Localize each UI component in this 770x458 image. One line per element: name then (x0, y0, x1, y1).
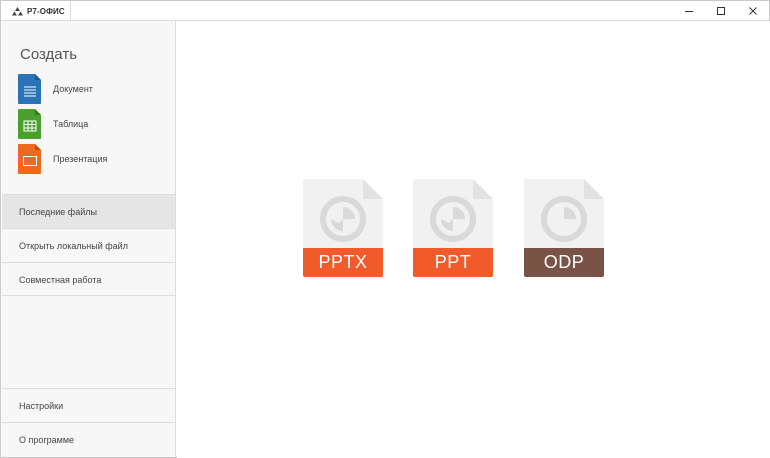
document-file-icon (18, 74, 42, 104)
minimize-icon (685, 11, 693, 12)
ppt-format-button[interactable]: PPT (413, 179, 493, 279)
about-label: О программе (19, 434, 75, 445)
app-window: Р7-ОФИС Создать Документ Таблица Презент… (0, 0, 770, 458)
window-controls (673, 1, 769, 21)
menu-divider (2, 295, 175, 296)
app-tab[interactable]: Р7-ОФИС (2, 1, 71, 21)
create-document-button[interactable]: Документ (18, 74, 168, 104)
presentation-file-icon (18, 144, 42, 174)
create-heading: Создать (20, 46, 78, 63)
settings-item[interactable]: Настройки (2, 388, 175, 422)
collaboration-item[interactable]: Совместная работа (2, 262, 175, 296)
maximize-icon (717, 7, 725, 15)
sidebar: Создать Документ Таблица Презентация Пос… (2, 21, 176, 457)
open-local-file-label: Открыть локальный файл (19, 240, 128, 251)
close-icon (749, 7, 757, 15)
create-spreadsheet-button[interactable]: Таблица (18, 109, 168, 139)
pptx-format-label: PPTX (318, 252, 368, 272)
close-button[interactable] (737, 1, 769, 21)
create-document-label: Документ (53, 84, 93, 94)
app-title: Р7-ОФИС (27, 6, 65, 16)
odp-format-label: ODP (543, 252, 585, 272)
title-bar: Р7-ОФИС (1, 1, 769, 21)
minimize-button[interactable] (673, 1, 705, 21)
recent-files-item[interactable]: Последние файлы (2, 194, 175, 228)
odp-format-button[interactable]: ODP (524, 179, 604, 279)
about-item[interactable]: О программе (2, 422, 175, 456)
create-presentation-label: Презентация (53, 154, 108, 164)
create-presentation-button[interactable]: Презентация (18, 144, 168, 174)
maximize-button[interactable] (705, 1, 737, 21)
spreadsheet-file-icon (18, 109, 42, 139)
main-area: PPTX PPT ODP (177, 21, 770, 458)
open-local-file-item[interactable]: Открыть локальный файл (2, 228, 175, 262)
recent-files-label: Последние файлы (19, 206, 97, 217)
r7-logo-icon (12, 6, 23, 16)
settings-label: Настройки (19, 400, 64, 411)
pptx-format-button[interactable]: PPTX (303, 179, 383, 279)
collaboration-label: Совместная работа (19, 274, 102, 285)
ppt-format-label: PPT (434, 252, 472, 272)
create-spreadsheet-label: Таблица (53, 119, 89, 129)
